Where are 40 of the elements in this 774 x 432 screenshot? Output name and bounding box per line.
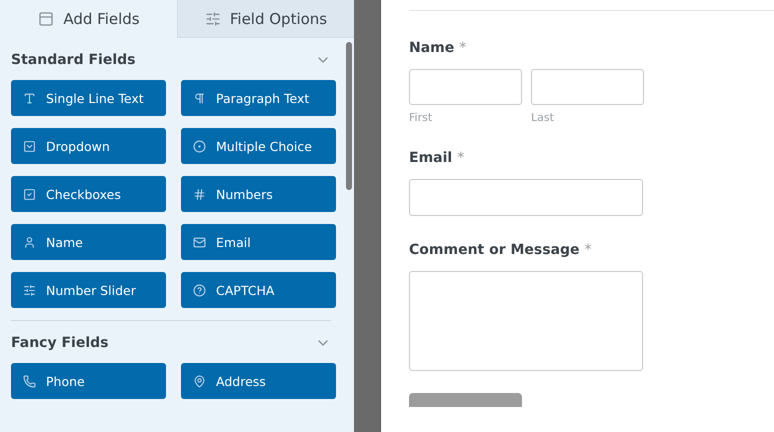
field-button[interactable]: CAPTCHA: [181, 272, 336, 308]
field-button[interactable]: Address: [181, 363, 336, 399]
section-title: Standard Fields: [11, 52, 136, 68]
field-button[interactable]: Number Slider: [11, 272, 166, 308]
section-title: Fancy Fields: [11, 335, 108, 351]
phone-icon: [23, 374, 36, 388]
dropdown-icon: [23, 140, 36, 152]
envelope-icon: [193, 236, 206, 248]
scrollbar[interactable]: [346, 42, 352, 190]
radio-icon: [193, 140, 206, 152]
field-button[interactable]: Email: [181, 224, 336, 260]
field-button[interactable]: Single Line Text: [11, 80, 166, 116]
field-button[interactable]: Paragraph Text: [181, 80, 336, 116]
field-button[interactable]: Numbers: [181, 176, 336, 212]
field-label: Name *: [409, 40, 468, 56]
field-label: Comment or Message *: [409, 242, 593, 258]
sublabel: First: [409, 111, 434, 124]
hash-icon: [193, 188, 206, 200]
email-input[interactable]: [409, 179, 643, 216]
pilcrow-icon: [193, 92, 206, 104]
name-input[interactable]: [409, 69, 522, 105]
question-icon: [193, 284, 206, 296]
submit-button[interactable]: [409, 393, 522, 407]
field-button[interactable]: Name: [11, 224, 166, 260]
name-input[interactable]: [531, 69, 644, 105]
person-icon: [23, 236, 36, 248]
message-textarea[interactable]: [409, 271, 643, 371]
sliders-icon: [204, 10, 221, 26]
text-icon: [23, 92, 36, 104]
tab[interactable]: Field Options: [177, 0, 354, 38]
field-label: Email *: [409, 150, 466, 166]
sublabel: Last: [531, 111, 555, 124]
field-button[interactable]: Multiple Choice: [181, 128, 336, 164]
field-button[interactable]: Dropdown: [11, 128, 166, 164]
checkbox-icon: [23, 188, 36, 200]
field-button[interactable]: Checkboxes: [11, 176, 166, 212]
field-button[interactable]: Phone: [11, 363, 166, 399]
pin-icon: [193, 374, 206, 388]
sliders-icon: [23, 284, 36, 296]
panel-icon: [38, 10, 54, 26]
